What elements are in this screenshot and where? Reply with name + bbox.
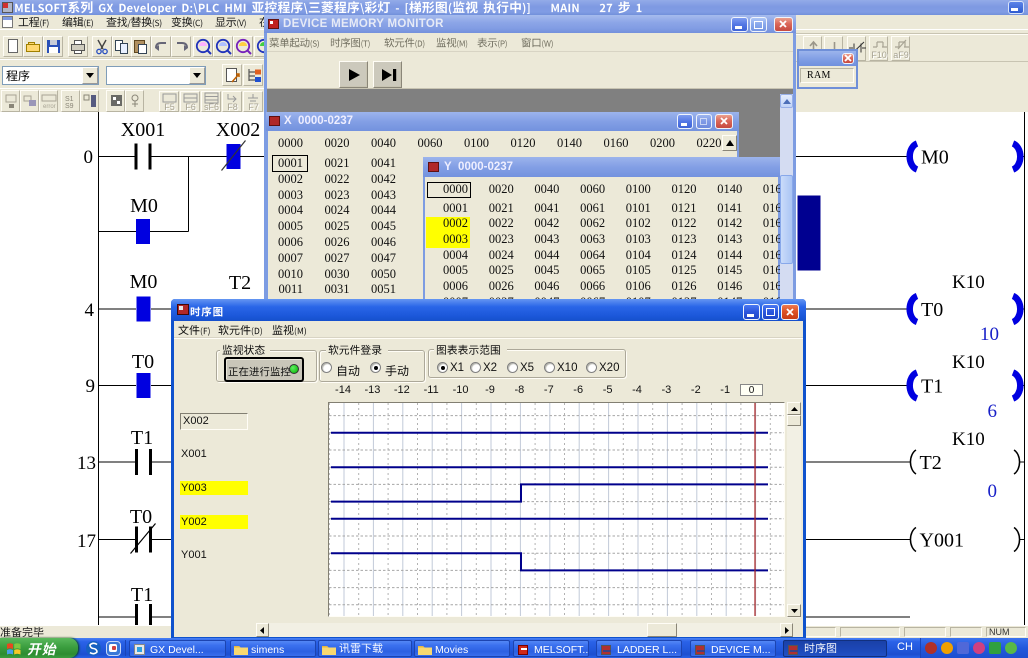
svg-text:T1: T1 xyxy=(131,427,153,449)
svg-text:M0: M0 xyxy=(921,147,949,169)
svg-text:T0: T0 xyxy=(130,506,152,528)
svg-text:T1: T1 xyxy=(131,584,153,606)
svg-text:4: 4 xyxy=(85,300,95,321)
svg-text:0: 0 xyxy=(84,147,94,168)
svg-text:9: 9 xyxy=(86,376,96,397)
svg-text:0: 0 xyxy=(988,481,998,502)
svg-text:X001: X001 xyxy=(121,119,165,141)
svg-text:S1: S1 xyxy=(65,96,74,103)
svg-text:error: error xyxy=(43,104,56,109)
svg-text:T0: T0 xyxy=(921,299,943,321)
svg-text:T0: T0 xyxy=(132,351,154,373)
svg-text:6: 6 xyxy=(988,401,998,422)
svg-text:10: 10 xyxy=(980,324,999,345)
svg-text:S9: S9 xyxy=(65,103,74,109)
svg-text:13: 13 xyxy=(77,453,96,474)
svg-text:T1: T1 xyxy=(921,376,943,398)
svg-text:K10: K10 xyxy=(952,272,985,293)
svg-text:M0: M0 xyxy=(130,195,158,217)
svg-text:K10: K10 xyxy=(952,429,985,450)
svg-text:X002: X002 xyxy=(216,119,260,141)
svg-text:Y001: Y001 xyxy=(920,530,964,552)
svg-text:T2: T2 xyxy=(229,272,251,294)
svg-text:17: 17 xyxy=(77,531,96,552)
svg-text:M0: M0 xyxy=(130,271,158,293)
svg-text:K10: K10 xyxy=(952,352,985,373)
svg-text:T2: T2 xyxy=(920,452,942,474)
